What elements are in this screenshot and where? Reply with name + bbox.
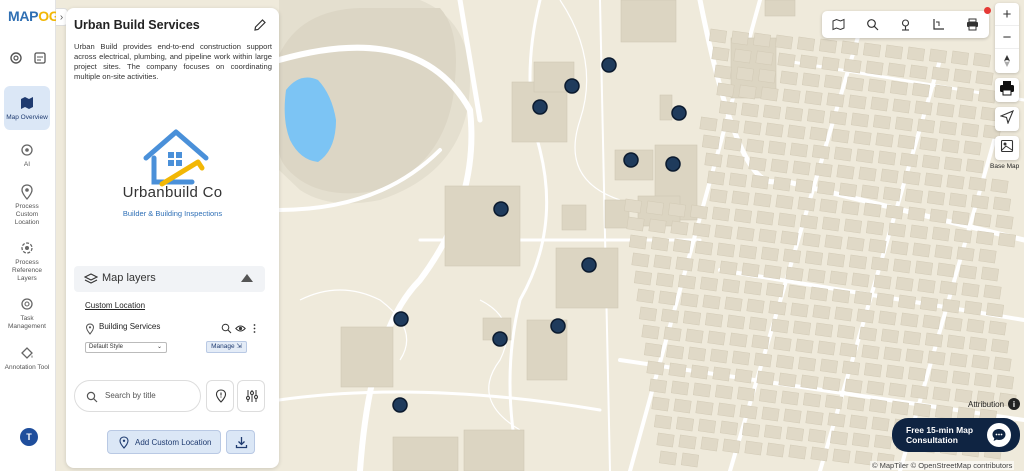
compass-north-button[interactable] xyxy=(995,49,1019,72)
print-icon[interactable] xyxy=(966,18,979,31)
location-marker[interactable] xyxy=(623,152,639,168)
ai-icon xyxy=(19,142,35,158)
add-custom-location-button[interactable]: Add Custom Location xyxy=(107,430,221,454)
download-button[interactable] xyxy=(226,430,255,454)
paint-bucket-icon xyxy=(19,345,35,361)
attribution-label[interactable]: Attribution xyxy=(968,400,1004,409)
layer-row: Building Services xyxy=(85,321,260,335)
zoom-in-button[interactable]: + xyxy=(995,3,1019,26)
rail-item-process-custom-location[interactable]: Process Custom Location xyxy=(4,184,50,227)
sliders-filter-icon xyxy=(245,389,259,403)
location-marker[interactable] xyxy=(493,201,509,217)
location-marker[interactable] xyxy=(564,78,580,94)
task-gear-icon xyxy=(19,296,35,312)
chevron-down-icon: ⌄ xyxy=(156,344,162,350)
company-logo-house-icon xyxy=(143,129,209,187)
layer-name: Building Services xyxy=(99,322,161,331)
rail-item-annotation-tool[interactable]: Annotation Tool xyxy=(4,345,50,372)
map-credits: © MapTiler © OpenStreetMap contributors xyxy=(870,461,1015,470)
measure-icon[interactable] xyxy=(932,18,945,31)
print-map-button[interactable] xyxy=(995,78,1019,102)
search-icon xyxy=(86,390,98,403)
settings-gear-icon[interactable] xyxy=(8,50,24,66)
manage-layer-button[interactable]: Manage ⇲ xyxy=(206,341,247,353)
consultation-text: Free 15-min Map Consultation xyxy=(906,425,974,445)
navigate-button[interactable] xyxy=(995,107,1019,131)
my-location-pin-icon[interactable] xyxy=(899,18,912,31)
company-name: Urbanbuild Co xyxy=(122,184,223,201)
location-marker[interactable] xyxy=(532,99,548,115)
panel-title: Urban Build Services xyxy=(74,18,200,32)
more-options-icon[interactable] xyxy=(249,321,260,333)
location-marker[interactable] xyxy=(393,311,409,327)
legend-map-icon[interactable] xyxy=(832,18,845,31)
caret-up-icon[interactable] xyxy=(241,274,253,282)
add-custom-location-label: Add Custom Location xyxy=(135,438,212,447)
company-tagline: Builder & Building Inspections xyxy=(122,209,223,218)
map-layers-section: Map layers Custom Location Building Serv… xyxy=(74,266,265,362)
notification-dot xyxy=(984,7,991,14)
search-placeholder: Search by title xyxy=(105,391,156,400)
base-map-button[interactable] xyxy=(995,136,1019,160)
chat-bubble-icon[interactable] xyxy=(987,423,1011,447)
base-map-icon xyxy=(1000,139,1014,158)
location-marker[interactable] xyxy=(665,156,681,172)
zoom-controls: + − xyxy=(995,3,1019,73)
location-pin-icon xyxy=(19,184,35,200)
pin-info-icon xyxy=(214,389,228,403)
chevron-right-icon: › xyxy=(59,11,64,23)
layer-actions xyxy=(221,321,260,334)
layer-style-select[interactable]: Default Style ⌄ xyxy=(85,342,167,353)
rail-item-ai[interactable]: AI xyxy=(4,142,50,169)
user-avatar[interactable]: T xyxy=(20,428,38,446)
layers-stack-icon xyxy=(83,272,99,286)
zoom-out-button[interactable]: − xyxy=(995,26,1019,49)
search-input[interactable]: Search by title xyxy=(74,380,201,412)
rail-item-label: Process Reference Layers xyxy=(12,259,42,282)
edit-pencil-icon[interactable] xyxy=(253,18,267,32)
rail-item-process-reference-layers[interactable]: Process Reference Layers xyxy=(4,240,50,283)
style-select-value: Default Style xyxy=(89,344,124,350)
map-layers-title: Map layers xyxy=(102,272,156,284)
layers-process-icon xyxy=(19,240,35,256)
send-arrow-icon xyxy=(999,109,1015,129)
search-icon[interactable] xyxy=(866,18,879,31)
rail-item-label: Task Management xyxy=(8,315,46,330)
panel-description: Urban Build provides end-to-end construc… xyxy=(74,42,272,81)
rail-item-label: Annotation Tool xyxy=(4,364,50,371)
location-marker[interactable] xyxy=(492,331,508,347)
rail-item-label: AI xyxy=(23,161,31,168)
rail-item-label: Map Overview xyxy=(6,114,48,121)
rail-item-map-overview[interactable]: Map Overview xyxy=(4,86,50,130)
base-map-label: Base Map xyxy=(990,163,1020,170)
info-icon[interactable]: i xyxy=(1008,398,1020,410)
download-icon xyxy=(235,436,248,449)
zoom-to-layer-icon[interactable] xyxy=(221,321,232,334)
location-marker[interactable] xyxy=(550,318,566,334)
locate-pin-button[interactable] xyxy=(206,380,234,412)
visibility-eye-icon[interactable] xyxy=(235,321,246,332)
location-pin-icon xyxy=(85,322,95,335)
details-panel: Urban Build Services Urban Build provide… xyxy=(66,8,279,468)
printer-icon xyxy=(999,80,1015,101)
rail-top-icons xyxy=(4,50,52,66)
left-rail: MAPOG Map Overview AI Process Custom Loc… xyxy=(0,0,60,471)
app-logo[interactable]: MAPOG xyxy=(8,8,60,24)
location-pin-icon xyxy=(118,436,130,449)
map-layers-header[interactable]: Map layers xyxy=(74,266,265,292)
logo-text: MAP xyxy=(8,8,39,24)
consultation-cta[interactable]: Free 15-min Map Consultation xyxy=(892,418,1020,452)
manage-label: Manage xyxy=(211,343,235,350)
rail-item-task-management[interactable]: Task Management xyxy=(4,296,50,331)
map-toolbar xyxy=(822,11,989,38)
filter-button[interactable] xyxy=(237,380,265,412)
notes-icon[interactable] xyxy=(32,50,48,66)
tab-custom-location[interactable]: Custom Location xyxy=(85,301,145,310)
map-icon xyxy=(19,95,35,111)
location-marker[interactable] xyxy=(671,105,687,121)
location-marker[interactable] xyxy=(601,57,617,73)
location-marker[interactable] xyxy=(581,257,597,273)
location-marker[interactable] xyxy=(392,397,408,413)
rail-item-label: Process Custom Location xyxy=(14,203,40,226)
